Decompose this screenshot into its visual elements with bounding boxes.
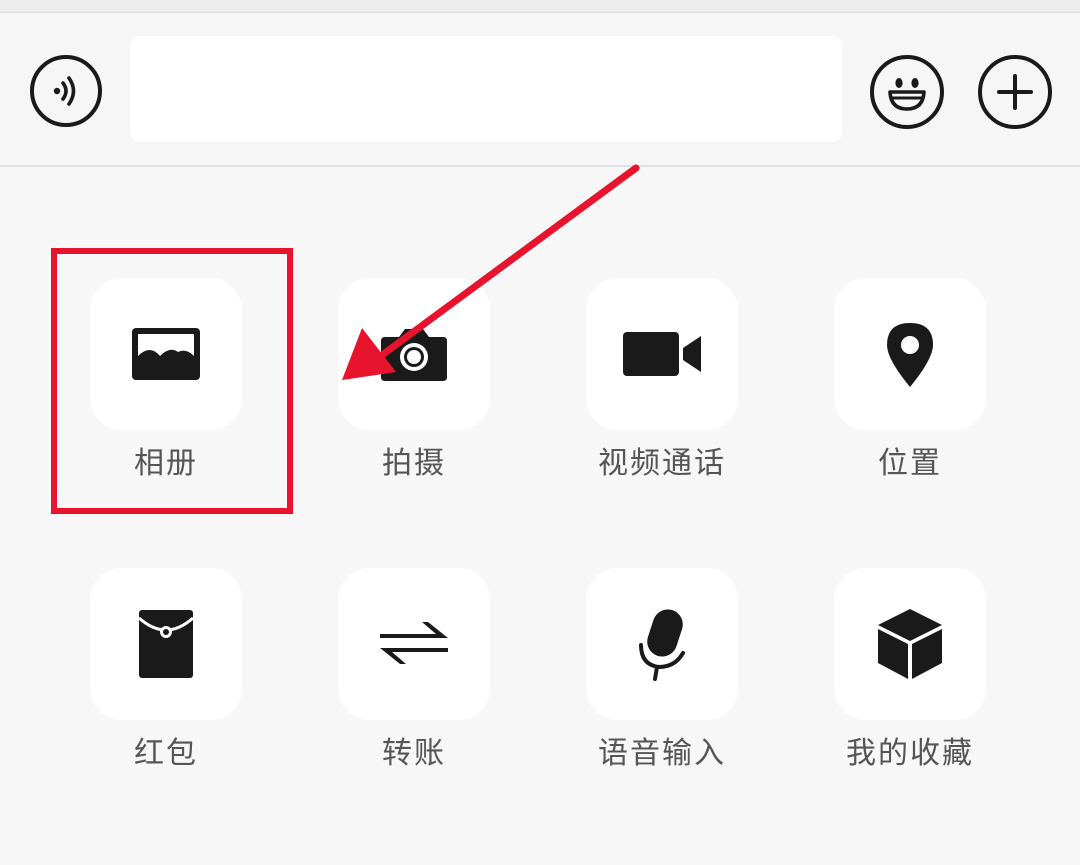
camera-label: 拍摄 [382, 446, 446, 481]
more-actions-button[interactable] [978, 55, 1052, 129]
video-call-label: 视频通话 [598, 446, 726, 481]
location-pin-icon [887, 323, 933, 387]
voice-toggle-button[interactable] [30, 55, 102, 127]
voice-input-label: 语音输入 [598, 736, 726, 771]
voice-input-icon-box[interactable] [586, 568, 738, 720]
voice-wave-icon [53, 76, 76, 106]
location-tile[interactable]: 位置 [834, 278, 986, 482]
camera-icon-box[interactable] [338, 278, 490, 430]
favorites-tile[interactable]: 我的收藏 [834, 568, 986, 772]
message-input[interactable] [130, 36, 842, 142]
location-label: 位置 [878, 446, 942, 481]
album-label: 相册 [134, 446, 198, 481]
transfer-icon-box[interactable] [338, 568, 490, 720]
red-packet-icon-box[interactable] [90, 568, 242, 720]
album-icon-box[interactable] [90, 278, 242, 430]
album-tile[interactable]: 相册 [90, 278, 242, 482]
favorites-label: 我的收藏 [846, 736, 974, 771]
favorites-icon-box[interactable] [834, 568, 986, 720]
transfer-label: 转账 [382, 736, 446, 771]
transfer-tile[interactable]: 转账 [338, 568, 490, 772]
emoji-button[interactable] [870, 55, 944, 129]
video-call-tile[interactable]: 视频通话 [586, 278, 738, 482]
camera-icon [381, 329, 447, 381]
photo-album-icon [132, 328, 200, 380]
top-divider-strip [0, 0, 1080, 13]
red-packet-tile[interactable]: 红包 [90, 568, 242, 772]
plus-circle-icon [997, 74, 1033, 110]
voice-input-tile[interactable]: 语音输入 [586, 568, 738, 772]
red-packet-label: 红包 [134, 736, 198, 771]
video-camera-icon [623, 332, 701, 376]
favorites-cube-icon [878, 609, 942, 679]
transfer-arrows-icon [380, 622, 448, 664]
video-call-icon-box[interactable] [586, 278, 738, 430]
camera-tile[interactable]: 拍摄 [338, 278, 490, 482]
chat-input-bar [0, 13, 1080, 167]
microphone-icon [639, 609, 685, 681]
smiley-face-icon [888, 78, 926, 111]
red-packet-icon [138, 610, 194, 678]
location-icon-box[interactable] [834, 278, 986, 430]
